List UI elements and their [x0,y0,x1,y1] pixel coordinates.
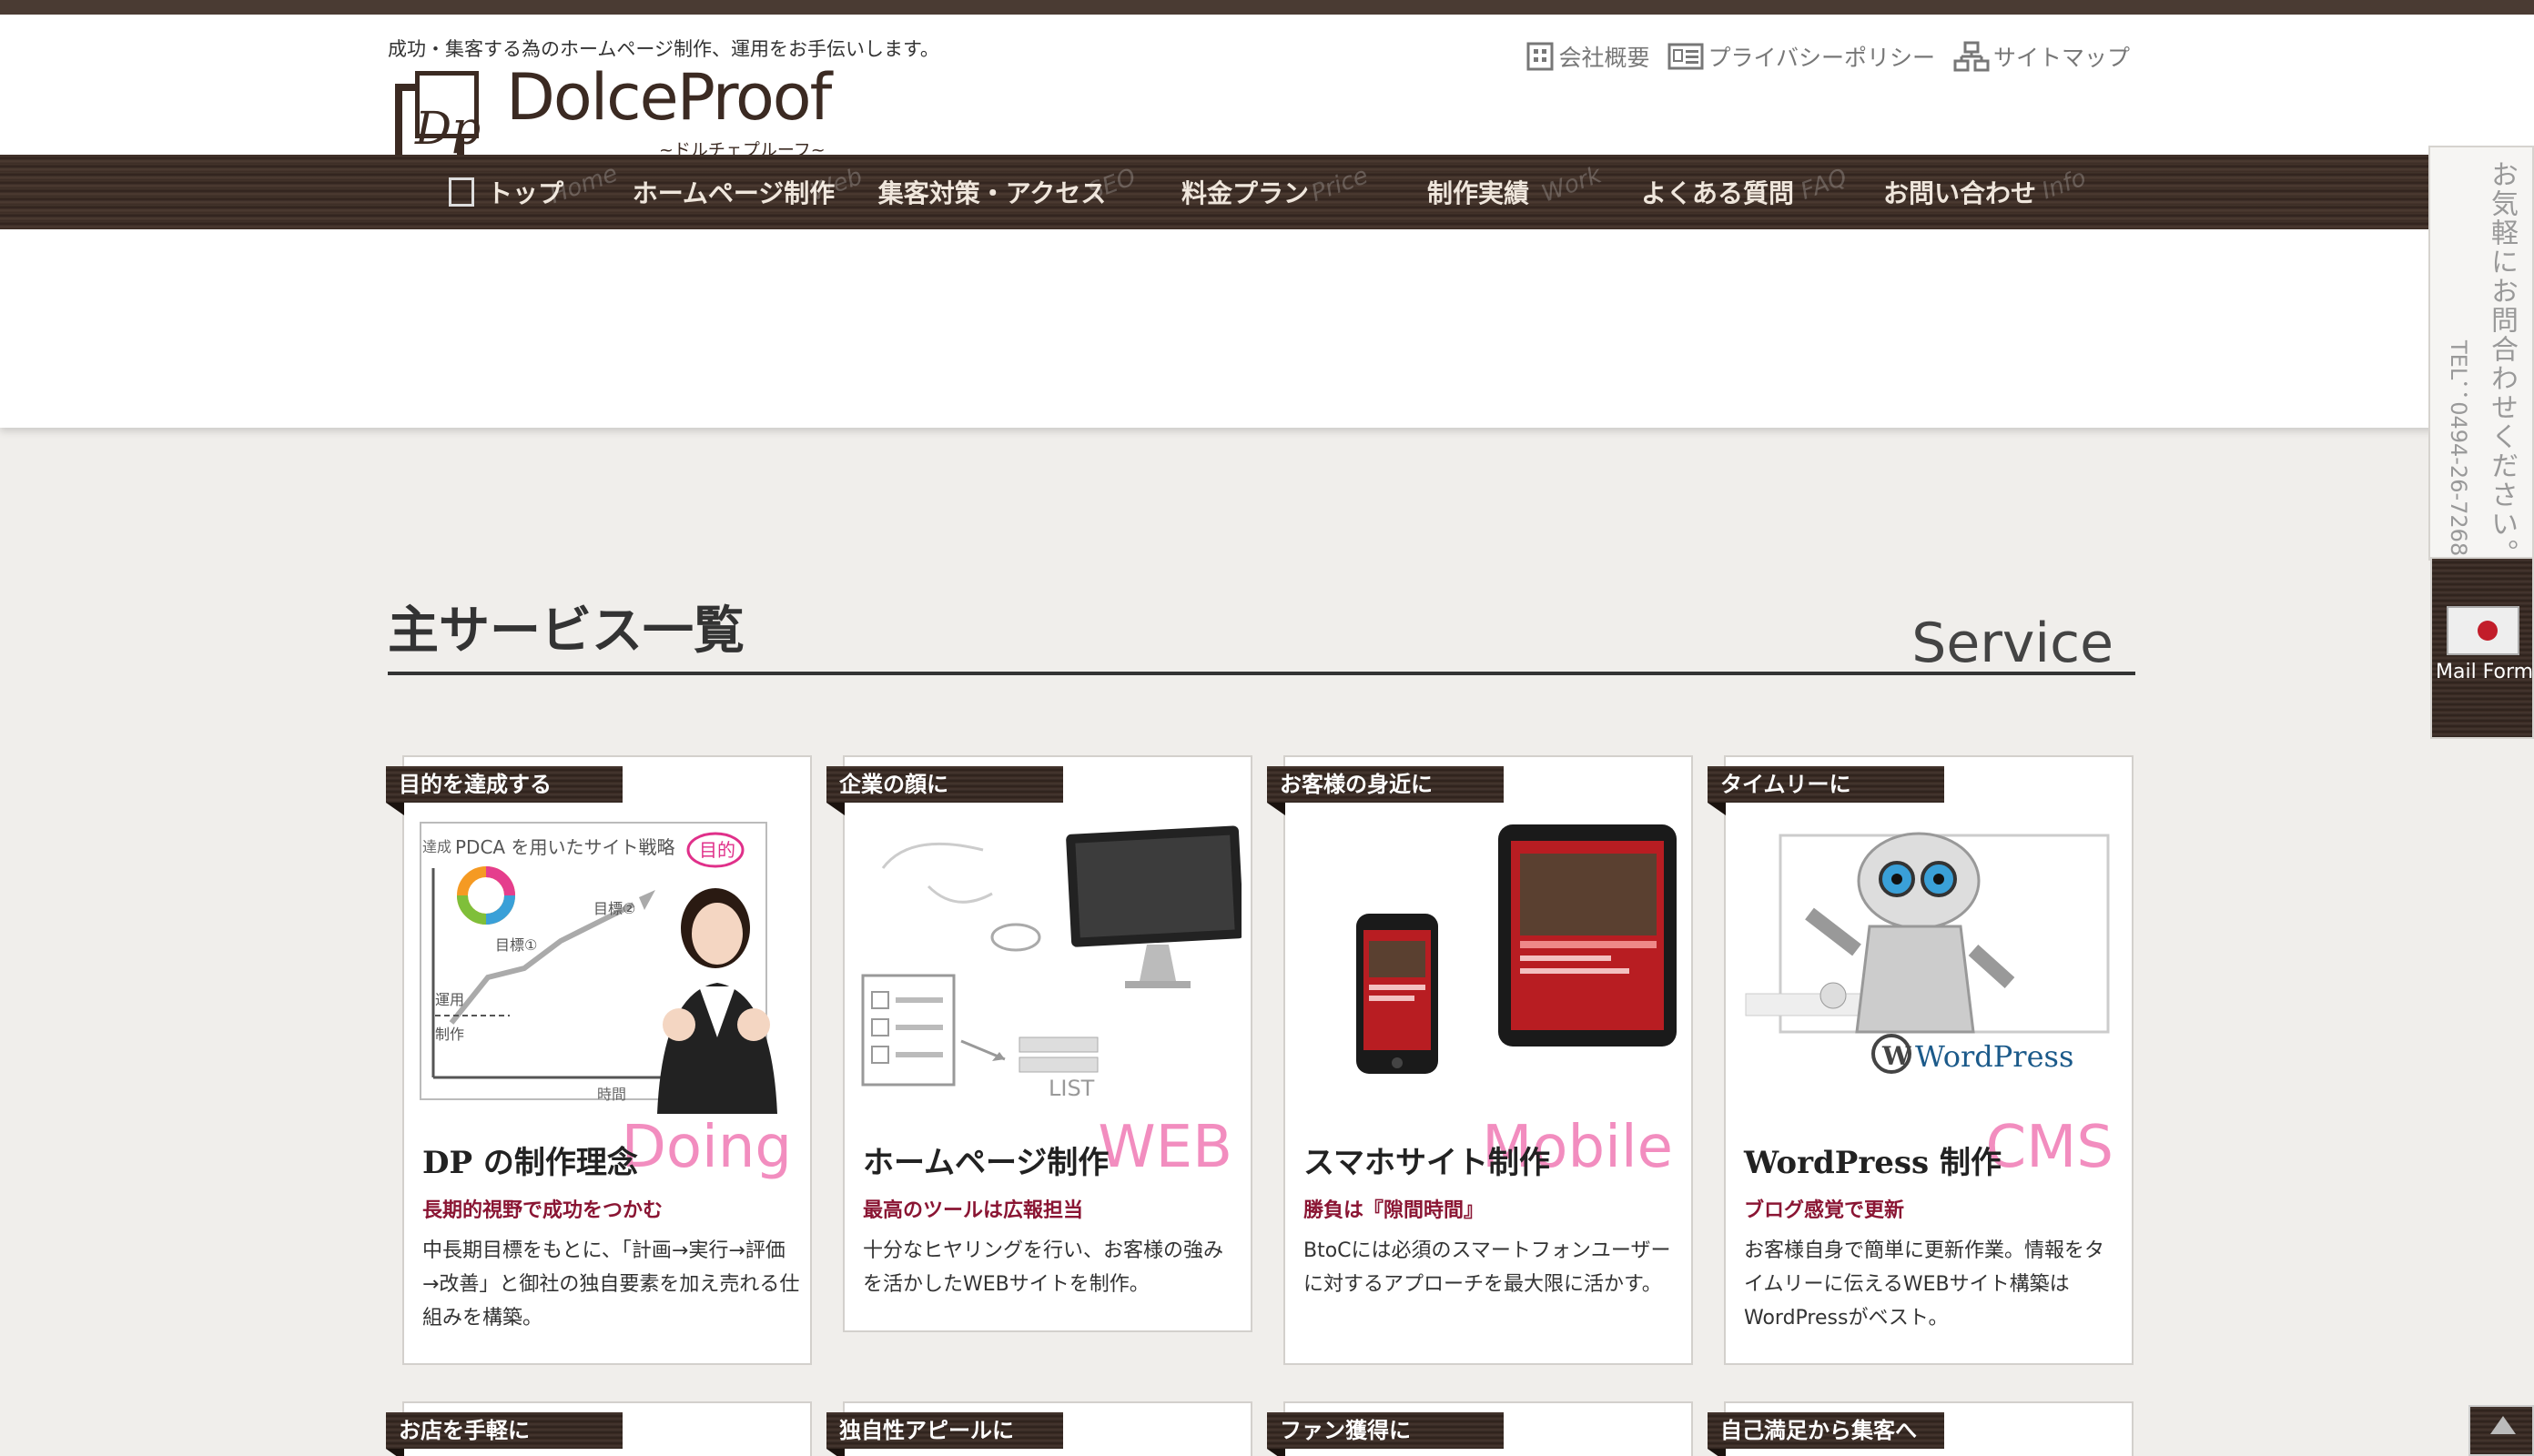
sitemap-icon [1953,41,1990,72]
pdca-illustration: PDCA を用いたサイト戦略 目的 達成 時間 目標① 目標② 運用 制作 [420,822,777,1114]
utility-link-sitemap[interactable]: サイトマップ [1953,40,2130,73]
card-accent: Doing [621,1114,792,1181]
nav-label: よくある質問 [1640,178,1794,208]
card-subtitle: 長期的視野で成功をつかむ [422,1199,664,1222]
goal1-label: 目標① [495,936,537,954]
card-title: DP の制作理念 [422,1145,638,1181]
side-contact-text: お気軽にお問合わせください。 [2486,160,2518,568]
nav-ghost: Home [546,159,622,210]
list-label: LIST [1049,1076,1095,1101]
utility-label: プライバシーポリシー [1708,45,1935,71]
pdca-title: PDCA を用いたサイト戦略 [455,836,674,858]
nav-label: 料金プラン [1181,178,1309,208]
wordpress-brand: WordPress [1915,1039,2073,1074]
utility-link-company[interactable]: 会社概要 [1525,40,1649,73]
service-card-web[interactable]: 企業の顔に LIST WEB ホームページ制作 最高のツールは広報担当 十分なヒ… [826,755,1252,1332]
tagline: 成功・集客する為のホームページ制作、運用をお手伝いします。 [388,38,939,60]
nav-label: ホームページ制作 [632,178,836,208]
service-card-row2[interactable]: 独自性アピールに [826,1401,1252,1456]
service-card-concept[interactable]: 目的を達成する PDCA を用いたサイト戦略 目的 達成 時間 目標① 目標② … [386,755,812,1365]
card-ribbon: タイムリーに [1708,766,1944,815]
hero-area [0,229,2534,428]
site-logo[interactable]: Dp DolceProof ~ドルチェプルーフ~ [391,60,865,166]
card-ribbon: 自己満足から集客へ [1708,1412,1944,1456]
card-title: スマホサイト制作 [1303,1145,1550,1181]
mail-form-label: Mail Form [2436,661,2534,683]
section-title: 主サービス一覧 [388,601,745,661]
goal2-label: 目標② [593,900,635,917]
utility-label: 会社概要 [1558,45,1650,71]
card-subtitle: 最高のツールは広報担当 [863,1199,1084,1222]
top-strip [0,0,2534,15]
envelope-icon [2447,606,2519,655]
service-card-row2[interactable]: 自己満足から集客へ [1708,1401,2134,1456]
nav-label: お問い合わせ [1882,178,2036,208]
logo-name: DolceProof [506,60,832,135]
card-description: 十分なヒヤリングを行い、お客様の強みを活かしたWEBサイトを制作。 [863,1239,1224,1296]
home-icon [448,177,474,207]
nav-label: 集客対策・アクセス [877,178,1107,208]
x-axis-label: 時間 [597,1086,626,1103]
wordpress-illustration: W WordPress [1745,832,2110,1074]
side-contact-tab[interactable]: お気軽にお問合わせください。 TEL：0494-26-7268 [2428,146,2534,568]
y-axis-label: 達成 [422,838,451,855]
make-label: 制作 [435,1026,464,1043]
card-description: お客様自身で簡単に更新作業。情報をタイムリーに伝えるWEBサイト構築はWordP… [1744,1239,2105,1330]
nav-label: 制作実績 [1426,178,1529,208]
mail-form-button[interactable]: Mail Form [2430,557,2534,739]
card-ribbon: 目的を達成する [386,766,623,815]
nav-item-top[interactable]: トップ Home [400,155,622,229]
nav-item-faq[interactable]: よくある質問 FAQ [1595,155,1851,229]
svg-text:W: W [1881,1041,1911,1071]
utility-label: サイトマップ [1992,45,2130,71]
card-ribbon: ファン獲得に [1267,1412,1504,1456]
goal-label: 目的 [699,839,735,861]
building-icon [1526,42,1554,71]
card-accent: CMS [1985,1114,2113,1181]
nav-item-contact[interactable]: お問い合わせ Info [1840,155,2090,229]
side-tel: TEL：0494-26-7268 [2446,340,2471,557]
card-description: BtoCには必須のスマートフォンユーザーに対するアプローチを最大限に活かす。 [1303,1239,1671,1296]
service-card-mobile[interactable]: お客様の身近に Mobile スマホサイト制作 勝負は『隙間時間』 BtoCには… [1267,755,1693,1365]
section-title-en: Service [1911,612,2113,675]
card-ribbon: お客様の身近に [1267,766,1504,815]
service-card-cms[interactable]: タイムリーに W WordPress CMS WordPress 制作 ブログ感… [1708,755,2134,1365]
ops-label: 運用 [435,991,464,1008]
card-subtitle: ブログ感覚で更新 [1744,1199,1905,1222]
card-title: WordPress 制作 [1744,1145,2002,1181]
id-card-icon [1667,43,1704,70]
card-ribbon: 独自性アピールに [826,1412,1063,1456]
web-illustration: LIST [861,825,1242,1101]
card-title: ホームページ制作 [863,1145,1110,1181]
card-description: 中長期目標をもとに、「計画→実行→評価→改善」と御社の独自要素を加え売れる仕組み… [422,1239,800,1330]
card-ribbon: お店を手軽に [386,1412,623,1456]
logo-mark-icon: Dp [395,71,481,164]
card-subtitle: 勝負は『隙間時間』 [1303,1199,1485,1222]
service-card-row2[interactable]: お店を手軽に [386,1401,812,1456]
mobile-illustration [1356,824,1677,1074]
global-nav: トップ Home ホームページ制作 Web 集客対策・アクセス SEO 料金プラ… [0,155,2534,229]
nav-item-price[interactable]: 料金プラン Price [1129,155,1372,229]
nav-ghost: Info [2038,164,2090,206]
back-to-top-button[interactable] [2468,1405,2534,1456]
section-divider [388,672,2135,675]
arrow-up-icon [2490,1416,2516,1434]
nav-item-web[interactable]: ホームページ制作 Web [612,155,867,229]
service-card-row2[interactable]: ファン獲得に [1267,1401,1693,1456]
card-ribbon: 企業の顔に [826,766,1063,815]
utility-link-privacy[interactable]: プライバシーポリシー [1667,40,1935,73]
card-accent: WEB [1098,1114,1232,1181]
site-header: 成功・集客する為のホームページ制作、運用をお手伝いします。 Dp DolcePr… [0,15,2534,164]
utility-nav: 会社概要 プライバシーポリシー サイトマップ [1525,40,2130,73]
nav-item-seo[interactable]: 集客対策・アクセス SEO [856,155,1140,229]
nav-item-work[interactable]: 制作実績 Work [1362,155,1605,229]
